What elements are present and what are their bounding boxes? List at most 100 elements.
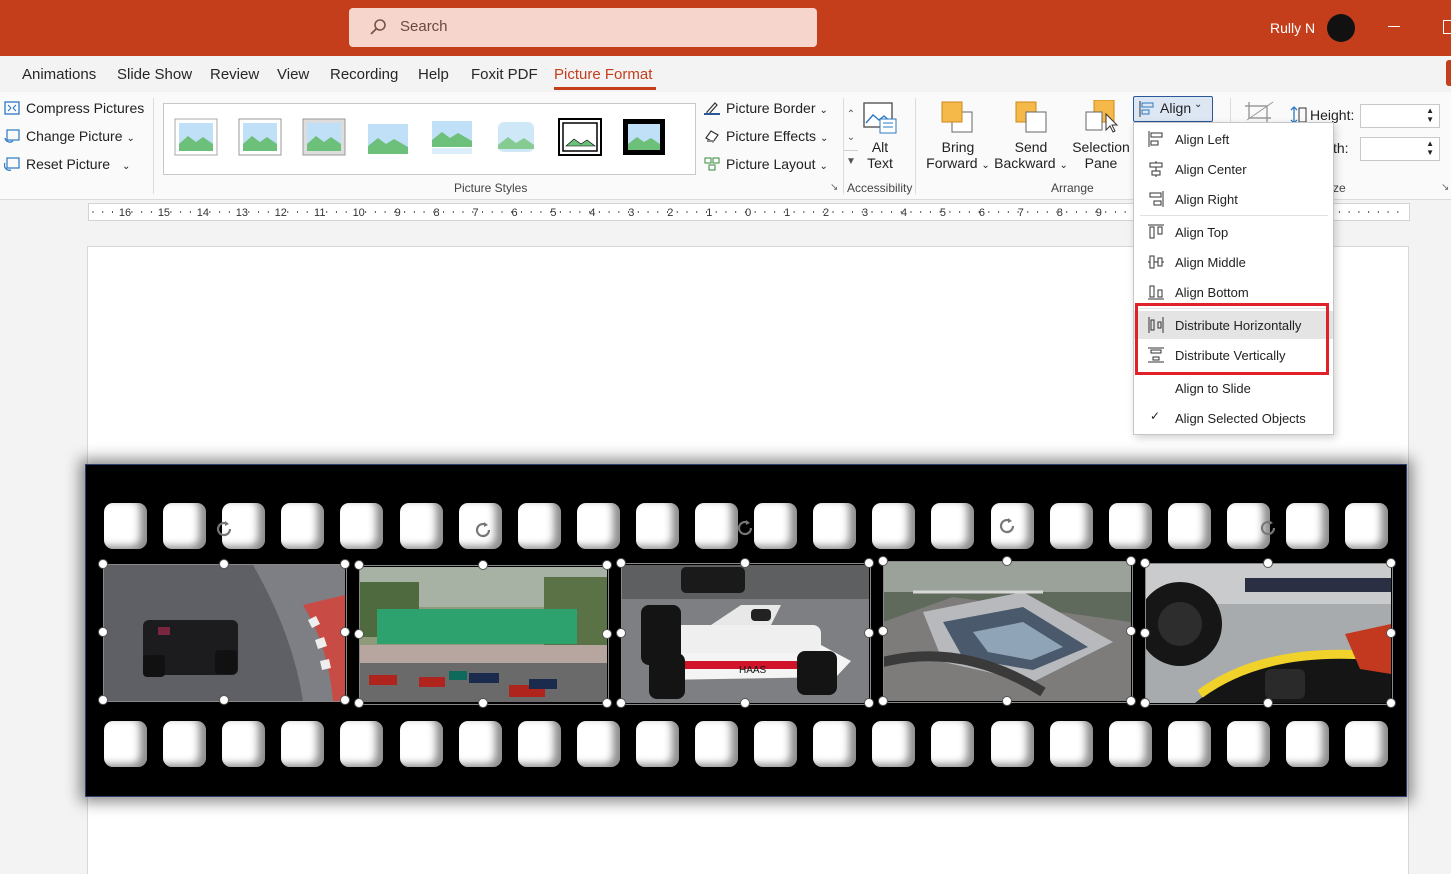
send-backward-button[interactable]: Send Backward ⌄	[994, 139, 1068, 171]
tab-view[interactable]: View	[277, 66, 309, 83]
gallery-more-icon[interactable]: ▼	[843, 150, 858, 173]
maximize-icon[interactable]	[1443, 20, 1451, 34]
picture-style-thumbnail[interactable]	[558, 118, 602, 156]
gallery-scroll-up-icon[interactable]: ⌃	[843, 104, 858, 126]
picture-style-thumbnail[interactable]	[494, 118, 538, 156]
chevron-down-icon: ⌄	[819, 161, 828, 172]
alt-text-button[interactable]: Alt Text	[866, 139, 894, 171]
picture-style-thumbnail[interactable]	[366, 118, 410, 156]
resize-handle[interactable]	[1002, 556, 1012, 566]
menu-item-align-center[interactable]: Align Center	[1134, 155, 1333, 183]
resize-handle[interactable]	[864, 558, 874, 568]
picture-layout-button[interactable]: Picture Layout ⌄	[704, 156, 828, 172]
resize-handle[interactable]	[602, 560, 612, 570]
resize-handle[interactable]	[1002, 696, 1012, 706]
picture-style-thumbnail[interactable]	[622, 118, 666, 156]
reset-picture-button[interactable]: Reset Picture ⌄	[4, 156, 130, 172]
resize-handle[interactable]	[354, 560, 364, 570]
resize-handle[interactable]	[740, 698, 750, 708]
menu-item-align-right[interactable]: Align Right	[1134, 185, 1333, 213]
resize-handle[interactable]	[602, 629, 612, 639]
resize-handle[interactable]	[616, 628, 626, 638]
picture-style-thumbnail[interactable]	[302, 118, 346, 156]
resize-handle[interactable]	[354, 698, 364, 708]
resize-handle[interactable]	[98, 627, 108, 637]
film-sprocket-hole	[695, 721, 738, 767]
rotate-handle-icon[interactable]	[474, 521, 492, 539]
tab-animations[interactable]: Animations	[22, 66, 96, 83]
gallery-scroll-down-icon[interactable]: ⌄	[843, 127, 858, 149]
menu-item-align-left[interactable]: Align Left	[1134, 125, 1333, 153]
resize-handle[interactable]	[1140, 698, 1150, 708]
menu-item-align-top[interactable]: Align Top	[1134, 218, 1333, 246]
width-input[interactable]: ▲ ▼	[1360, 137, 1440, 161]
resize-handle[interactable]	[340, 695, 350, 705]
resize-handle[interactable]	[478, 560, 488, 570]
tab-slide-show[interactable]: Slide Show	[117, 66, 192, 83]
resize-handle[interactable]	[878, 626, 888, 636]
resize-handle[interactable]	[1140, 558, 1150, 568]
resize-handle[interactable]	[878, 556, 888, 566]
resize-handle[interactable]	[1140, 628, 1150, 638]
resize-handle[interactable]	[602, 698, 612, 708]
compress-pictures-button[interactable]: Compress Pictures	[4, 100, 144, 116]
selection-pane-button[interactable]: Selection Pane	[1070, 139, 1132, 171]
dialog-launcher-icon[interactable]: ↘	[1441, 182, 1449, 193]
avatar[interactable]	[1327, 14, 1355, 42]
resize-handle[interactable]	[1126, 556, 1136, 566]
resize-handle[interactable]	[1386, 698, 1396, 708]
picture-styles-gallery[interactable]: ⌃ ⌄ ▼	[163, 103, 858, 175]
resize-handle[interactable]	[219, 695, 229, 705]
picture-style-thumbnail[interactable]	[238, 118, 282, 156]
resize-handle[interactable]	[219, 559, 229, 569]
bring-forward-button[interactable]: Bring Forward ⌄	[924, 139, 992, 171]
tab-picture-format[interactable]: Picture Format	[554, 66, 652, 83]
resize-handle[interactable]	[98, 695, 108, 705]
menu-item-align-selected-objects[interactable]: ✓ Align Selected Objects	[1134, 404, 1333, 432]
menu-item-align-to-slide[interactable]: Align to Slide	[1134, 374, 1333, 402]
share-button[interactable]	[1446, 60, 1451, 86]
height-input[interactable]: ▲ ▼	[1360, 104, 1440, 128]
menu-item-align-bottom[interactable]: Align Bottom	[1134, 278, 1333, 306]
resize-handle[interactable]	[340, 627, 350, 637]
search-box[interactable]: Search	[349, 8, 817, 47]
resize-handle[interactable]	[354, 629, 364, 639]
align-button[interactable]: Align ⌄	[1133, 96, 1213, 122]
minimize-icon[interactable]	[1388, 26, 1400, 27]
tab-foxit-pdf[interactable]: Foxit PDF	[471, 66, 538, 83]
rotate-handle-icon[interactable]	[1259, 519, 1277, 537]
resize-handle[interactable]	[616, 698, 626, 708]
resize-handle[interactable]	[616, 558, 626, 568]
picture-border-button[interactable]: Picture Border ⌄	[704, 100, 828, 116]
change-picture-button[interactable]: Change Picture ⌄	[4, 128, 135, 144]
resize-handle[interactable]	[878, 696, 888, 706]
rotate-handle-icon[interactable]	[215, 520, 233, 538]
rotate-handle-icon[interactable]	[998, 517, 1016, 535]
resize-handle[interactable]	[1386, 558, 1396, 568]
picture-style-thumbnail[interactable]	[430, 118, 474, 156]
align-top-icon	[1148, 224, 1164, 239]
dialog-launcher-icon[interactable]: ↘	[830, 182, 838, 193]
resize-handle[interactable]	[1263, 698, 1273, 708]
tab-help[interactable]: Help	[418, 66, 449, 83]
menu-item-align-middle[interactable]: Align Middle	[1134, 248, 1333, 276]
rotate-handle-icon[interactable]	[736, 519, 754, 537]
resize-handle[interactable]	[1126, 696, 1136, 706]
resize-handle[interactable]	[1386, 628, 1396, 638]
picture-style-thumbnail[interactable]	[174, 118, 218, 156]
resize-handle[interactable]	[1263, 558, 1273, 568]
resize-handle[interactable]	[864, 628, 874, 638]
ruler-label: 16	[119, 207, 131, 219]
resize-handle[interactable]	[864, 698, 874, 708]
resize-handle[interactable]	[1126, 626, 1136, 636]
selection-outline	[883, 561, 1133, 703]
film-strip-shape[interactable]: HAAS	[85, 464, 1407, 797]
tab-review[interactable]: Review	[210, 66, 259, 83]
resize-handle[interactable]	[340, 559, 350, 569]
align-center-icon	[1149, 161, 1163, 177]
resize-handle[interactable]	[740, 558, 750, 568]
picture-effects-button[interactable]: Picture Effects ⌄	[704, 128, 828, 144]
tab-recording[interactable]: Recording	[330, 66, 398, 83]
resize-handle[interactable]	[478, 698, 488, 708]
resize-handle[interactable]	[98, 559, 108, 569]
